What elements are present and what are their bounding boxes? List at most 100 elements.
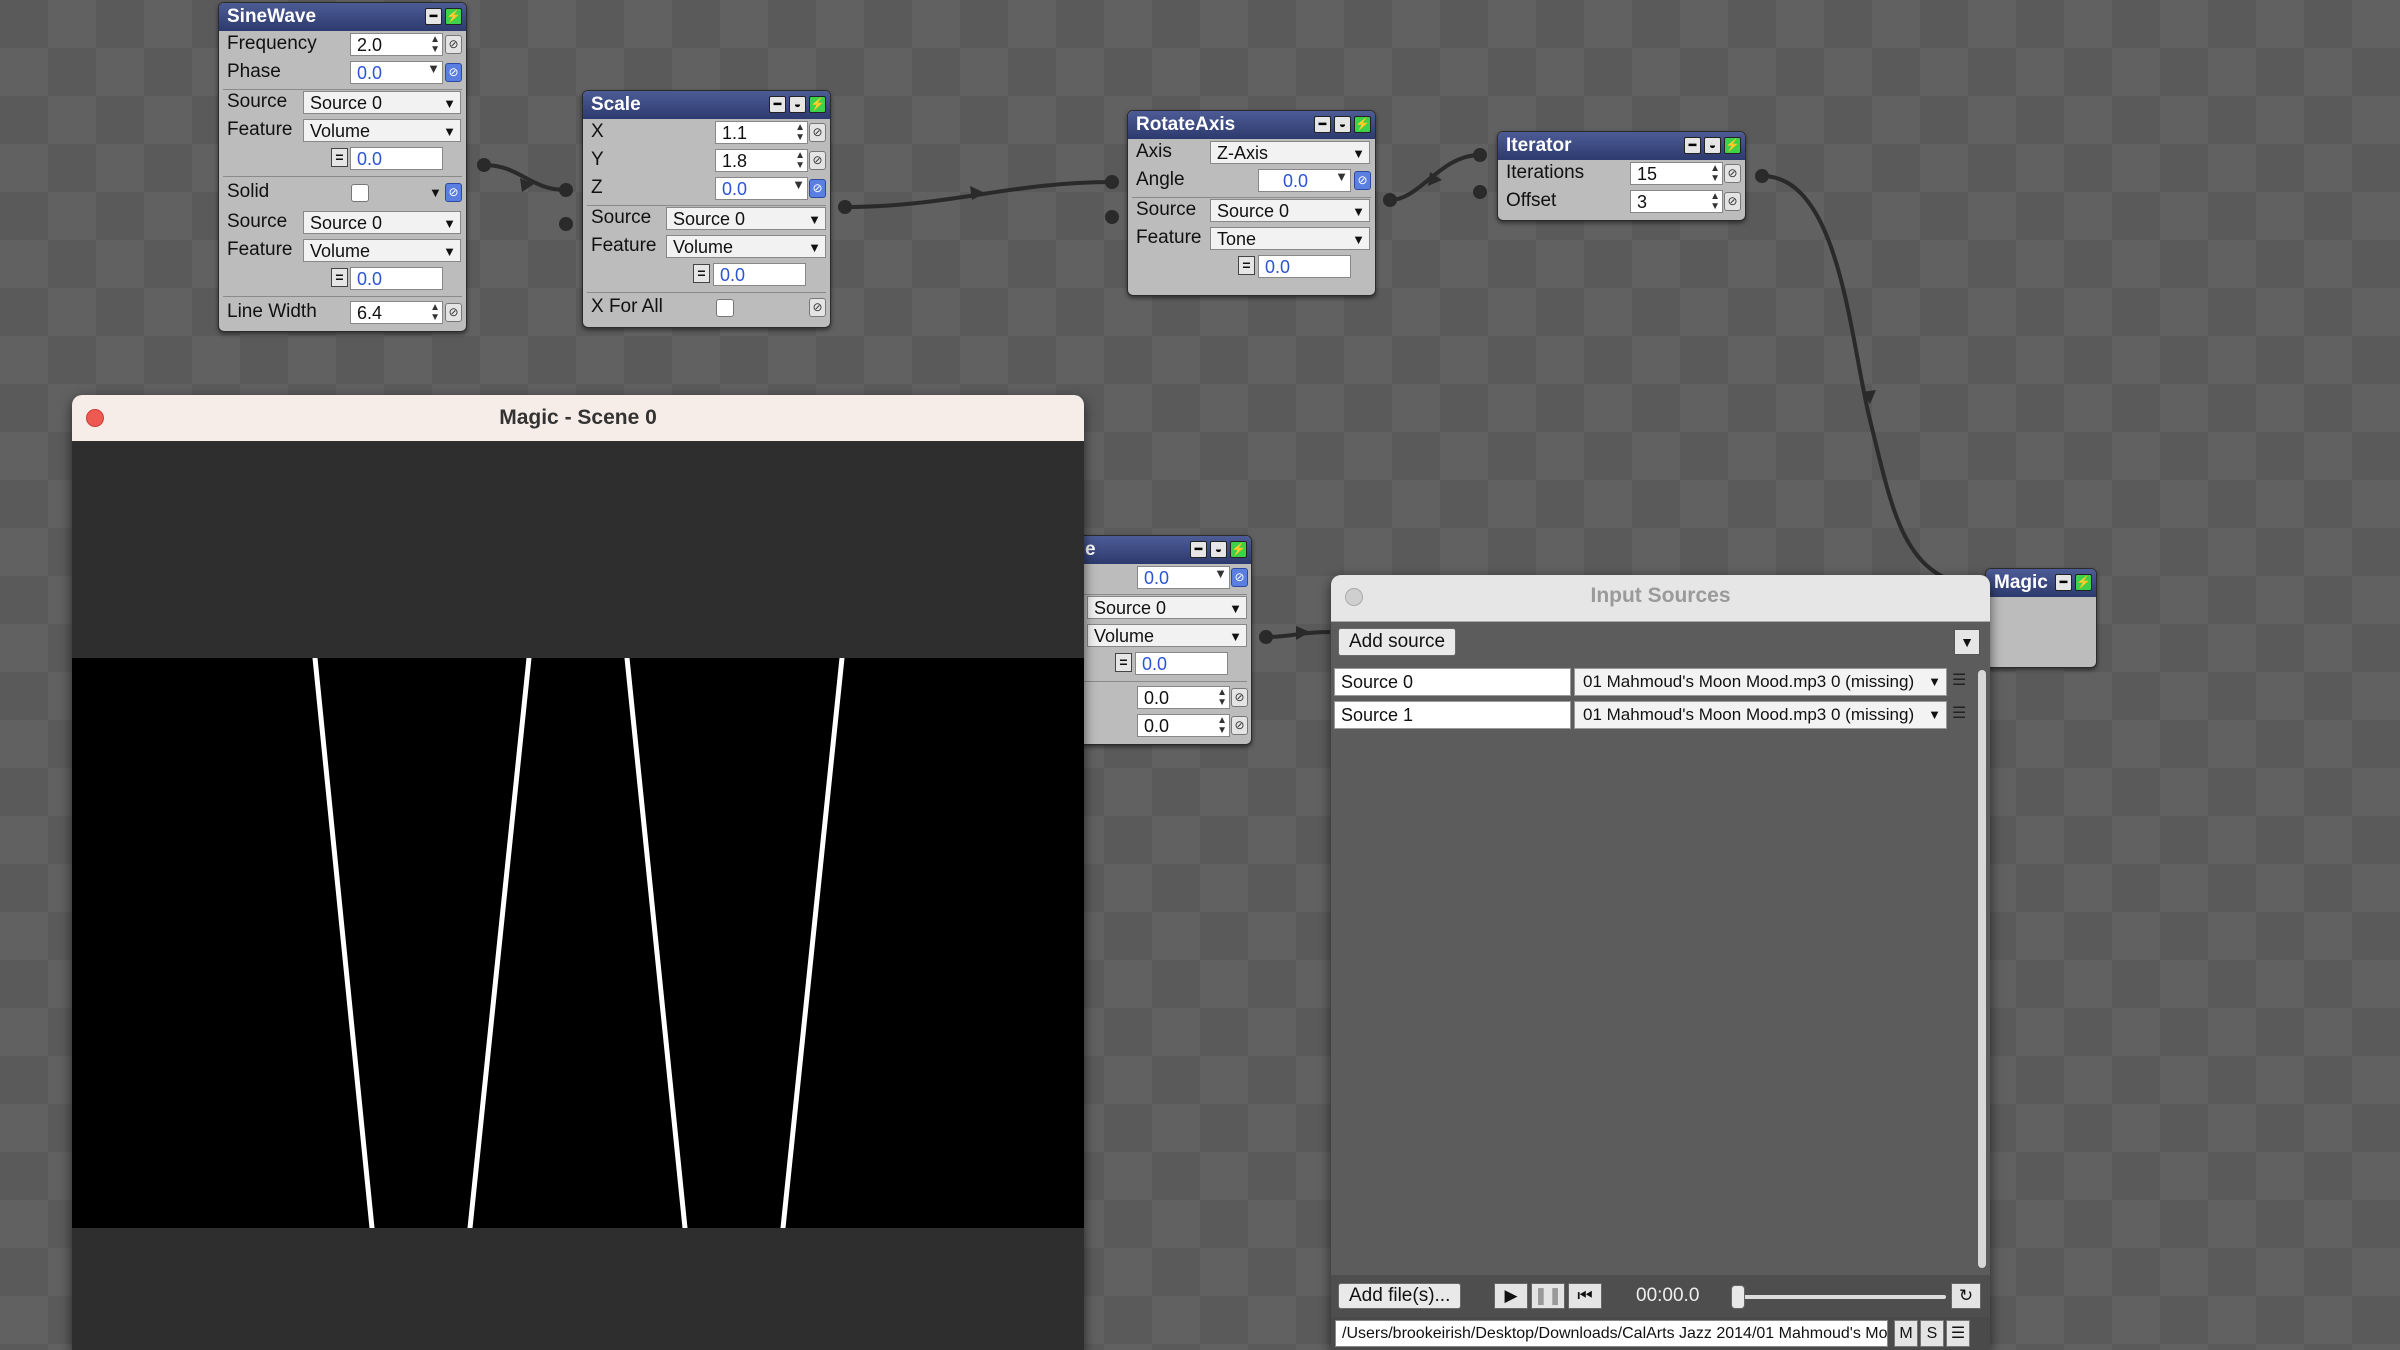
source-file-select[interactable]: 01 Mahmoud's Moon Mood.mp3 0 (missing) ▼: [1574, 668, 1947, 696]
spinner-icon[interactable]: ▲ ▼: [1217, 688, 1227, 708]
x-for-all-checkbox[interactable]: [716, 299, 734, 317]
feature-select[interactable]: Volume ▼: [1087, 624, 1247, 647]
modulation-icon[interactable]: =: [1115, 653, 1132, 672]
x-input[interactable]: 1.1 ▲ ▼: [715, 121, 808, 144]
chevron-down-icon[interactable]: ▼: [1954, 629, 1980, 655]
modulation-input[interactable]: 0.0: [713, 263, 806, 286]
phase-input[interactable]: 0.0 ▼: [350, 61, 443, 84]
offset-input[interactable]: 3 ▲ ▼: [1630, 190, 1723, 213]
magic-node-header[interactable]: Magic ━ ⚡: [1986, 569, 2096, 597]
y-input[interactable]: 1.8 ▲ ▼: [715, 149, 808, 172]
menu-icon[interactable]: ☰: [1952, 703, 1966, 723]
link-icon[interactable]: ⊘: [445, 35, 462, 54]
link-icon[interactable]: ⊘: [809, 298, 826, 317]
source-select[interactable]: Source 0 ▼: [303, 91, 461, 114]
spinner-icon[interactable]: ▲ ▼: [795, 123, 805, 143]
duplicate-icon[interactable]: ◒: [789, 96, 806, 113]
spinner-icon[interactable]: ▲ ▼: [1710, 164, 1720, 184]
link-active-icon[interactable]: ⊘: [809, 179, 826, 198]
axis-select[interactable]: Z-Axis ▼: [1210, 141, 1370, 164]
seek-track[interactable]: [1736, 1295, 1946, 1299]
spinner-icon[interactable]: ▲ ▼: [795, 151, 805, 171]
minimize-icon[interactable]: ━: [1684, 137, 1701, 154]
add-source-button[interactable]: Add source: [1338, 628, 1457, 656]
spinner-icon[interactable]: ▲ ▼: [430, 303, 440, 323]
line-width-input[interactable]: 6.4 ▲ ▼: [350, 301, 443, 324]
modulation-input[interactable]: 0.0: [1258, 255, 1351, 278]
magic-node[interactable]: Magic ━ ⚡: [1985, 568, 2097, 668]
power-icon[interactable]: ⚡: [2075, 574, 2092, 591]
close-window-icon[interactable]: [1345, 588, 1363, 606]
iterator-node-header[interactable]: Iterator ━ ◒ ⚡: [1498, 132, 1745, 160]
file-path-field[interactable]: /Users/brookeirish/Desktop/Downloads/Cal…: [1335, 1320, 1888, 1347]
close-window-icon[interactable]: [86, 409, 104, 427]
scale-node[interactable]: Scale ━ ◒ ⚡ X 1.1 ▲ ▼ ⊘ Y 1.8 ▲ ▼ ⊘ Z 0.0 ▼ ⊘…: [582, 90, 831, 328]
power-icon[interactable]: ⚡: [1354, 116, 1371, 133]
feature-select[interactable]: Tone ▼: [1210, 227, 1370, 250]
source-name-field[interactable]: Source 1: [1334, 701, 1571, 729]
modulation-icon[interactable]: =: [693, 264, 710, 283]
dropdown-arrow-icon[interactable]: ▼: [427, 62, 440, 75]
spinner-icon[interactable]: ▲ ▼: [430, 35, 440, 55]
power-icon[interactable]: ⚡: [1724, 137, 1741, 154]
menu-icon[interactable]: ☰: [1952, 670, 1966, 690]
minimize-icon[interactable]: ━: [769, 96, 786, 113]
link-icon[interactable]: ⊘: [1724, 164, 1741, 183]
value-input[interactable]: 0.0 ▲ ▼: [1137, 714, 1230, 737]
pause-icon[interactable]: ❚❚: [1531, 1283, 1565, 1309]
scene-window[interactable]: Magic - Scene 0: [72, 395, 1084, 1350]
scale-node-header[interactable]: Scale ━ ◒ ⚡: [583, 91, 830, 119]
minimize-icon[interactable]: ━: [1190, 541, 1207, 558]
solid-checkbox[interactable]: [351, 184, 369, 202]
value-input[interactable]: 0.0 ▼: [1137, 566, 1230, 589]
link-icon[interactable]: ⊘: [809, 123, 826, 142]
frequency-input[interactable]: 2.0 ▲ ▼: [350, 33, 443, 56]
link-icon[interactable]: ⊘: [1724, 192, 1741, 211]
scene-window-titlebar[interactable]: Magic - Scene 0: [72, 395, 1084, 441]
power-icon[interactable]: ⚡: [445, 8, 462, 25]
dropdown-arrow-icon[interactable]: ▼: [429, 185, 442, 200]
source-select[interactable]: Source 0 ▼: [1210, 199, 1370, 222]
link-active-icon[interactable]: ⊘: [445, 63, 462, 82]
link-active-icon[interactable]: ⊘: [1231, 568, 1248, 587]
link-active-icon[interactable]: ⊘: [445, 183, 462, 202]
iterator-node[interactable]: Iterator ━ ◒ ⚡ Iterations 15 ▲ ▼ ⊘ Offset …: [1497, 131, 1746, 221]
source-select[interactable]: Source 0 ▼: [303, 211, 461, 234]
modulation-icon[interactable]: =: [331, 148, 348, 167]
dropdown-arrow-icon[interactable]: ▼: [1214, 567, 1227, 580]
source-name-field[interactable]: Source 0: [1334, 668, 1571, 696]
link-icon[interactable]: ⊘: [1231, 716, 1248, 735]
minimize-icon[interactable]: ━: [2055, 574, 2072, 591]
input-sources-window[interactable]: Input Sources Add source ▼ Source 0 01 M…: [1331, 575, 1990, 1350]
input-sources-titlebar[interactable]: Input Sources: [1331, 575, 1990, 622]
rotateaxis-node[interactable]: RotateAxis ━ ◒ ⚡ Axis Z-Axis ▼ Angle 0.0 ▼…: [1127, 110, 1376, 296]
duplicate-icon[interactable]: ◒: [1704, 137, 1721, 154]
minimize-icon[interactable]: ━: [425, 8, 442, 25]
value-input[interactable]: 0.0 ▲ ▼: [1137, 686, 1230, 709]
link-active-icon[interactable]: ⊘: [1354, 171, 1371, 190]
source-file-select[interactable]: 01 Mahmoud's Moon Mood.mp3 0 (missing) ▼: [1574, 701, 1947, 729]
scene-canvas[interactable]: [72, 655, 1084, 1231]
duplicate-icon[interactable]: ◒: [1334, 116, 1351, 133]
angle-input[interactable]: 0.0 ▼: [1258, 169, 1351, 192]
spinner-icon[interactable]: ▲ ▼: [1710, 192, 1720, 212]
z-input[interactable]: 0.0 ▼: [715, 177, 808, 200]
sinewave-node[interactable]: SineWave ━ ⚡ Frequency 2.0 ▲ ▼ ⊘ Phase 0.0…: [218, 2, 467, 332]
iterations-input[interactable]: 15 ▲ ▼: [1630, 162, 1723, 185]
menu-icon[interactable]: ☰: [1946, 1320, 1970, 1347]
mute-button[interactable]: M: [1894, 1320, 1918, 1347]
source-select[interactable]: Source 0 ▼: [666, 207, 826, 230]
loop-icon[interactable]: ↻: [1951, 1283, 1981, 1309]
modulation-icon[interactable]: =: [331, 268, 348, 287]
feature-select[interactable]: Volume ▼: [666, 235, 826, 258]
link-icon[interactable]: ⊘: [809, 151, 826, 170]
solo-button[interactable]: S: [1920, 1320, 1944, 1347]
source-select[interactable]: Source 0 ▼: [1087, 596, 1247, 619]
add-files-button[interactable]: Add file(s)...: [1338, 1283, 1462, 1309]
modulation-input[interactable]: 0.0: [1135, 652, 1228, 675]
modulation-input[interactable]: 0.0: [350, 267, 443, 290]
skip-back-icon[interactable]: ⏮: [1568, 1283, 1602, 1309]
feature-select[interactable]: Volume ▼: [303, 239, 461, 262]
feature-select[interactable]: Volume ▼: [303, 119, 461, 142]
minimize-icon[interactable]: ━: [1314, 116, 1331, 133]
